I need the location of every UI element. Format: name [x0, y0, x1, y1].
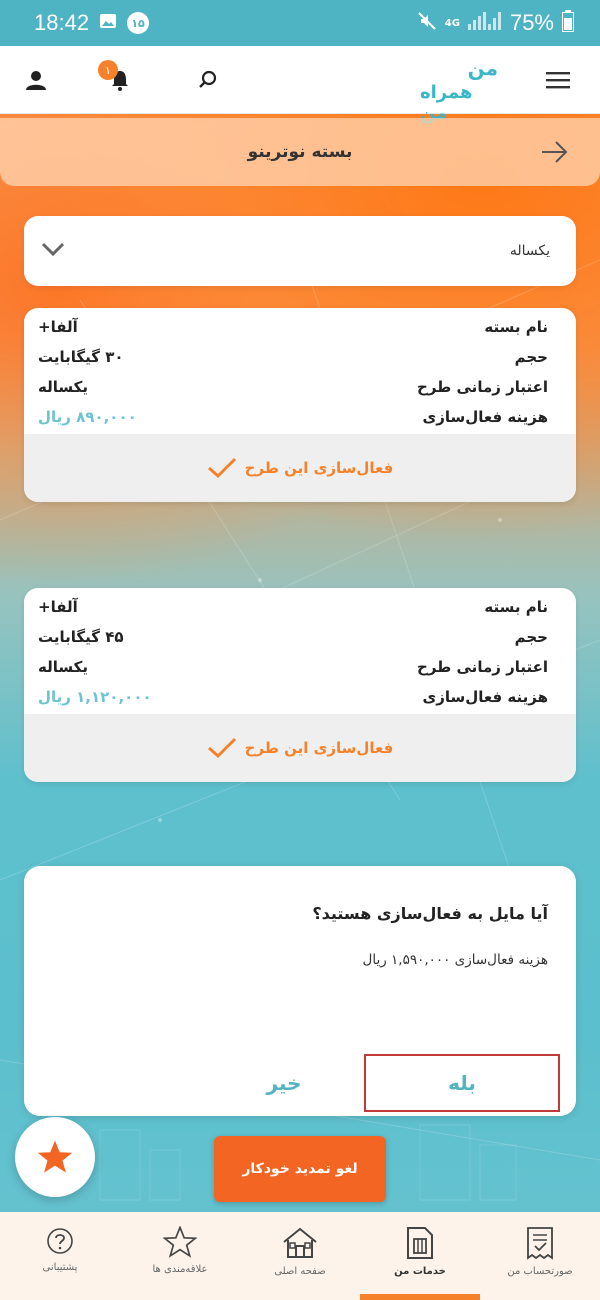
help-icon: [47, 1228, 73, 1254]
back-arrow-icon[interactable]: [540, 138, 570, 170]
menu-icon[interactable]: [540, 46, 576, 114]
app-header: ۱ من همراه من: [0, 46, 600, 124]
star-outline-icon: [163, 1226, 197, 1258]
plan-row-volume: حجم ۳۰ گیگابایت: [38, 348, 548, 366]
plan-row-validity: اعتبار زمانی طرح یکساله: [38, 658, 548, 676]
gallery-icon: [99, 12, 117, 34]
network-type: 4G: [444, 17, 460, 29]
plan-row-name: نام بسته آلفا+: [38, 318, 548, 336]
yes-button[interactable]: بله: [364, 1054, 560, 1112]
status-notification-count: ۱۵: [127, 12, 150, 34]
plan-row-cost: هزینه فعال‌سازی ۸۹۰,۰۰۰ ریال: [38, 408, 548, 426]
status-bar: 18:42 ۱۵ 4G 75%: [0, 0, 600, 46]
checkmark-icon: [207, 457, 236, 479]
plan-row-validity: اعتبار زمانی طرح یکساله: [38, 378, 548, 396]
no-button[interactable]: خیر: [214, 1054, 354, 1112]
plan-row-name: نام بسته آلفا+: [38, 598, 548, 616]
plan-card: نام بسته آلفا+ حجم ۴۵ گیگابایت اعتبار زم…: [24, 588, 576, 782]
activate-plan-button[interactable]: فعال‌سازی این طرح: [24, 714, 576, 782]
sim-card-icon: [407, 1227, 433, 1259]
nav-favorites[interactable]: علاقه‌مندی ها: [120, 1212, 240, 1300]
checkmark-icon: [207, 737, 236, 759]
profile-icon[interactable]: [18, 46, 54, 114]
nav-my-bill[interactable]: صورتحساب من: [480, 1212, 600, 1300]
star-icon: [37, 1140, 73, 1173]
nav-home[interactable]: صفحه اصلی: [240, 1212, 360, 1300]
mute-icon: [417, 11, 437, 35]
nav-my-services[interactable]: خدمات من: [360, 1212, 480, 1300]
app-logo: من همراه من: [420, 56, 498, 124]
page-title: بسته نوترینو: [247, 142, 353, 162]
bell-icon[interactable]: [100, 46, 140, 114]
notification-badge: ۱: [98, 60, 118, 80]
page-title-bar: بسته نوترینو: [0, 118, 600, 186]
bottom-nav: پشتیبانی علاقه‌مندی ها صفحه اصلی خدمات م…: [0, 1212, 600, 1300]
chevron-down-icon: [40, 240, 66, 262]
search-icon[interactable]: [188, 46, 228, 114]
cancel-auto-renew-button[interactable]: لغو تمدید خودکار: [214, 1136, 386, 1202]
plan-row-cost: هزینه فعال‌سازی ۱,۱۲۰,۰۰۰ ریال: [38, 688, 548, 706]
duration-select[interactable]: یکساله: [24, 216, 576, 286]
favorite-fab[interactable]: [15, 1117, 95, 1197]
home-icon: [283, 1227, 317, 1258]
plan-card: نام بسته آلفا+ حجم ۳۰ گیگابایت اعتبار زم…: [24, 308, 576, 502]
activate-plan-button[interactable]: فعال‌سازی این طرح: [24, 434, 576, 502]
signal-icon: [467, 12, 502, 34]
duration-select-value: یکساله: [509, 243, 550, 259]
battery-level: 75%: [509, 10, 554, 35]
plan-row-volume: حجم ۴۵ گیگابایت: [38, 628, 548, 646]
dialog-question: آیا مایل به فعال‌سازی هستید؟: [312, 904, 548, 923]
battery-icon: [562, 10, 574, 36]
invoice-icon: [527, 1227, 553, 1260]
dialog-cost-text: هزینه فعال‌سازی ۱,۵۹۰,۰۰۰ ریال: [362, 952, 548, 968]
nav-support[interactable]: پشتیبانی: [0, 1212, 120, 1300]
status-time: 18:42: [34, 10, 90, 35]
confirm-activation-dialog: آیا مایل به فعال‌سازی هستید؟ هزینه فعال‌…: [24, 866, 576, 1116]
